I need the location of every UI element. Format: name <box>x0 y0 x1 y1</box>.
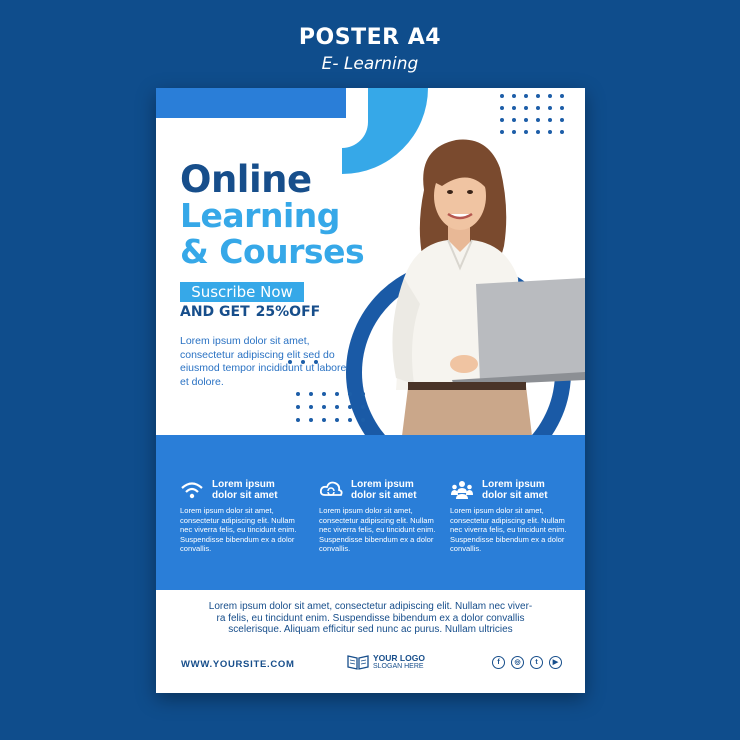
intro-paragraph: Lorem ipsum dolor sit amet, consectetur … <box>180 335 347 388</box>
social-links: f ◎ t ▶ <box>492 656 562 669</box>
feature-title: Lorem ipsum dolor sit amet <box>351 479 417 501</box>
offer-text: AND GET 25%OFF <box>180 304 320 320</box>
facebook-icon[interactable]: f <box>492 656 505 669</box>
corner-block <box>156 88 346 118</box>
group-icon <box>451 481 473 499</box>
footer-paragraph: Lorem ipsum dolor sit amet, consectetur … <box>208 601 533 635</box>
wifi-icon <box>181 482 203 499</box>
feature-text: Lorem ipsum dolor sit amet, consectetur … <box>450 506 567 553</box>
open-book-icon <box>347 655 369 670</box>
feature-title: Lorem ipsum dolor sit amet <box>212 479 278 501</box>
brand-logo: YOUR LOGO SLOGAN HERE <box>347 652 447 674</box>
youtube-icon[interactable]: ▶ <box>549 656 562 669</box>
headline-online: Online <box>180 158 312 201</box>
instagram-icon[interactable]: ◎ <box>511 656 524 669</box>
poster: Online Learning & Courses Suscribe Now A… <box>156 88 585 693</box>
website-link[interactable]: WWW.YOURSITE.COM <box>181 659 295 670</box>
page-subtitle: E- Learning <box>321 54 419 74</box>
headline-courses: & Courses <box>180 232 365 271</box>
feature-text: Lorem ipsum dolor sit amet, consectetur … <box>319 506 436 553</box>
page-title: POSTER A4 <box>298 25 442 50</box>
logo-slogan: SLOGAN HERE <box>373 663 424 670</box>
offer-value: 25%OFF <box>255 304 321 320</box>
twitter-icon[interactable]: t <box>530 656 543 669</box>
woman-with-laptop-photo <box>392 139 585 436</box>
subscribe-button[interactable]: Suscribe Now <box>180 282 304 302</box>
headline-learning: Learning <box>180 196 340 235</box>
feature-title: Lorem ipsum dolor sit amet <box>482 479 548 501</box>
feature-text: Lorem ipsum dolor sit amet, consectetur … <box>180 506 297 553</box>
dots-pattern-bottom <box>296 392 365 422</box>
offer-prefix: AND GET <box>180 304 250 320</box>
logo-title: YOUR LOGO <box>373 653 425 663</box>
cloud-sync-icon <box>319 481 343 496</box>
